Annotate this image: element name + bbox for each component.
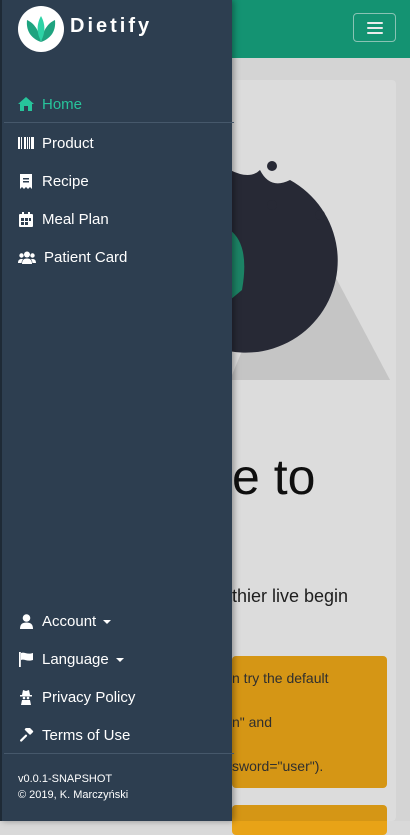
sidebar-item-label: Privacy Policy bbox=[42, 688, 136, 706]
sidebar-item-label: Language bbox=[42, 650, 109, 668]
brand-name: Dietify bbox=[70, 14, 153, 37]
user-icon bbox=[18, 613, 34, 629]
divider bbox=[4, 122, 234, 123]
sidebar: Dietify Home Product Recipe Meal Plan Pa… bbox=[0, 0, 234, 821]
version-text: v0.0.1-SNAPSHOT bbox=[18, 773, 113, 785]
home-icon bbox=[18, 96, 34, 112]
sidebar-item-account[interactable]: Account bbox=[18, 609, 112, 633]
calendar-icon bbox=[18, 211, 34, 227]
sidebar-item-meal-plan[interactable]: Meal Plan bbox=[18, 207, 109, 231]
sidebar-item-language[interactable]: Language bbox=[18, 647, 124, 671]
sidebar-item-label: Patient Card bbox=[44, 248, 128, 266]
leaf-logo-icon bbox=[18, 6, 64, 52]
sidebar-item-home[interactable]: Home bbox=[18, 92, 82, 116]
sidebar-item-product[interactable]: Product bbox=[18, 131, 94, 155]
sidebar-item-label: Recipe bbox=[42, 172, 89, 190]
sidebar-item-label: Meal Plan bbox=[42, 210, 109, 228]
receipt-icon bbox=[18, 173, 34, 189]
sidebar-item-label: Product bbox=[42, 134, 94, 152]
caret-down-icon bbox=[103, 620, 112, 624]
sidebar-item-label: Home bbox=[42, 95, 83, 113]
brand[interactable]: Dietify bbox=[18, 6, 152, 52]
sidebar-item-privacy-policy[interactable]: Privacy Policy bbox=[18, 685, 135, 709]
caret-down-icon bbox=[115, 658, 124, 662]
version-info: v0.0.1-SNAPSHOT © 2019, K. Marczyński bbox=[18, 771, 128, 803]
sidebar-item-patient-card[interactable]: Patient Card bbox=[18, 245, 127, 269]
copyright-text: © 2019, K. Marczyński bbox=[18, 789, 129, 801]
sidebar-item-terms-of-use[interactable]: Terms of Use bbox=[18, 723, 130, 747]
sidebar-item-recipe[interactable]: Recipe bbox=[18, 169, 89, 193]
users-icon bbox=[18, 249, 36, 265]
spy-icon bbox=[18, 689, 34, 705]
sidebar-item-label: Account bbox=[42, 612, 97, 630]
sidebar-item-label: Terms of Use bbox=[42, 726, 131, 744]
gavel-icon bbox=[18, 727, 34, 743]
flag-icon bbox=[18, 651, 34, 667]
divider bbox=[4, 753, 234, 754]
barcode-icon bbox=[18, 135, 34, 151]
